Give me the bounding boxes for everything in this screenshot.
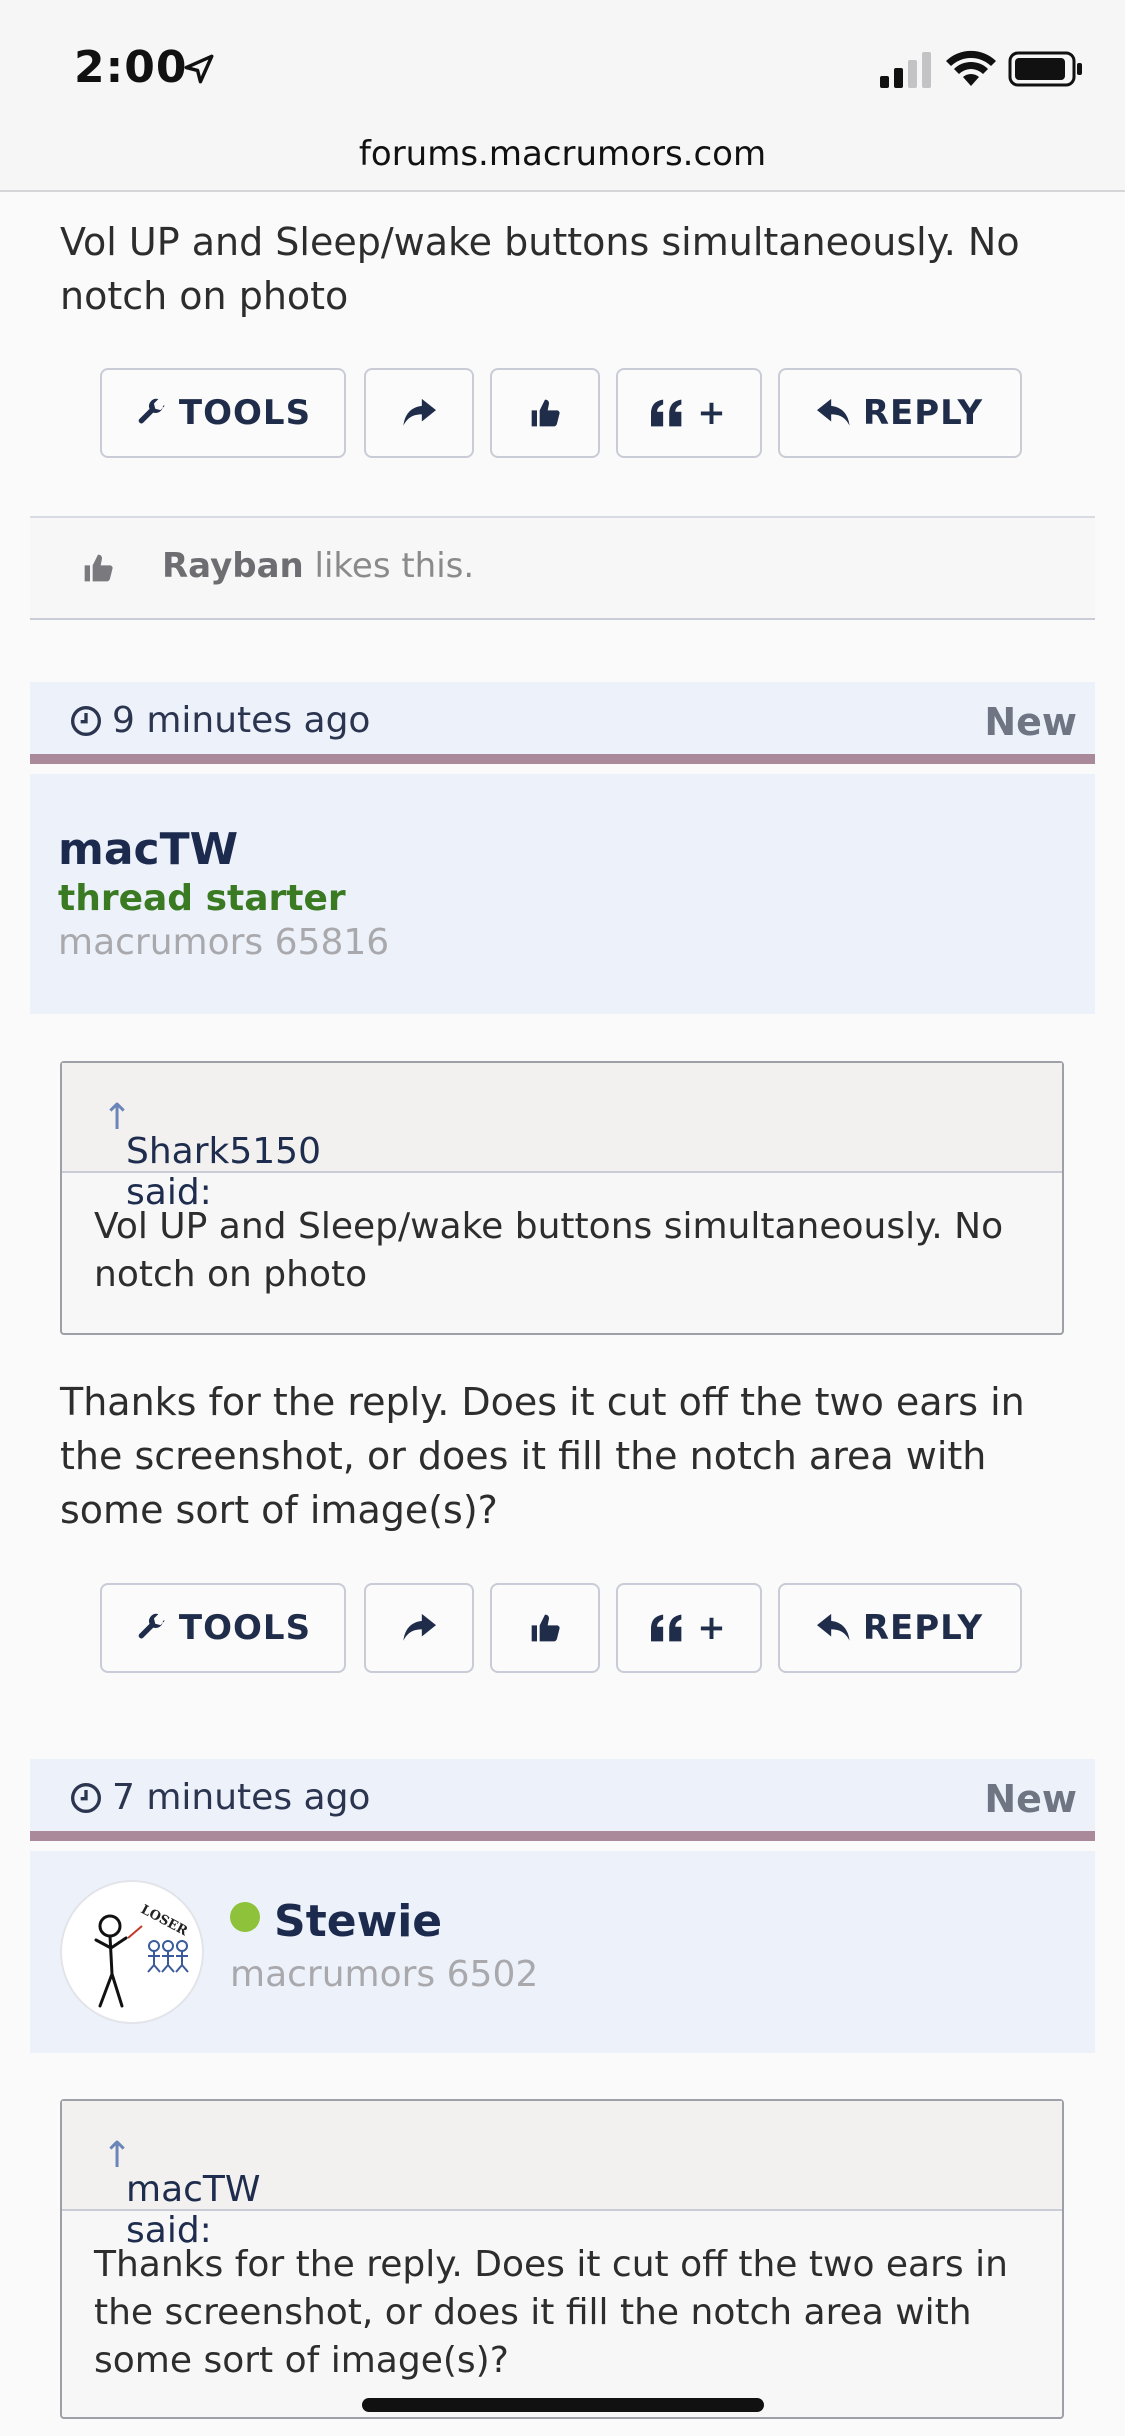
location-arrow-icon <box>184 54 214 84</box>
thumbs-up-icon <box>84 554 113 582</box>
wifi-icon <box>946 50 996 86</box>
user-rank: macrumors 6502 <box>230 1954 539 1995</box>
liker-username[interactable]: Rayban <box>162 546 304 586</box>
avatar-logo-text: LOSER <box>138 1902 190 1939</box>
reply-button[interactable]: REPLY <box>778 1583 1022 1673</box>
online-status-indicator <box>230 1902 260 1932</box>
reply-button[interactable]: REPLY <box>778 368 1022 458</box>
quote-block: macTW said: ↑ Thanks for the reply. Does … <box>60 2099 1064 2419</box>
share-button[interactable] <box>364 368 474 458</box>
username[interactable]: macTW <box>58 824 238 875</box>
clock-icon <box>71 705 101 736</box>
battery-icon <box>1008 51 1082 87</box>
post-message: Vol UP and Sleep/wake buttons simultaneo… <box>60 220 1020 318</box>
multi-quote-button[interactable]: + <box>616 1583 762 1673</box>
tools-button[interactable]: TOOLS <box>100 368 346 458</box>
post-message: Thanks for the reply. Does it cut off th… <box>60 1380 1025 1532</box>
tools-button[interactable]: TOOLS <box>100 1583 346 1673</box>
cellular-signal-icon <box>880 52 931 88</box>
thumbs-up-icon <box>531 399 560 427</box>
post-header: 9 minutes ago New <box>30 682 1095 764</box>
address-bar-url[interactable]: forums.macrumors.com <box>0 134 1125 174</box>
reply-arrow-icon <box>816 398 850 426</box>
browser-status-bar: 2:00 forums.macrumors.com <box>0 0 1125 192</box>
post-header: 7 minutes ago New <box>30 1759 1095 1841</box>
quote-header: macTW said: ↑ <box>62 2101 1062 2251</box>
home-indicator[interactable] <box>362 2398 764 2412</box>
post-actions: TOOLS + REPLY <box>100 1583 1022 1673</box>
new-badge: New <box>984 700 1077 744</box>
quote-icon <box>651 399 682 427</box>
wrench-icon <box>138 1613 165 1639</box>
quote-block: Shark5150 said: ↑ Vol UP and Sleep/wake b… <box>60 1061 1064 1335</box>
share-arrow-icon <box>403 398 436 426</box>
user-status: thread starter <box>58 878 346 919</box>
wrench-icon <box>138 398 165 424</box>
multi-quote-button[interactable]: + <box>616 368 762 458</box>
status-time: 2:00 <box>74 42 188 93</box>
share-button[interactable] <box>364 1583 474 1673</box>
quote-icon <box>651 1614 682 1642</box>
post-actions: TOOLS + REPLY <box>100 368 1022 458</box>
share-arrow-icon <box>403 1613 436 1641</box>
clock-icon <box>71 1782 101 1813</box>
quote-header: Shark5150 said: ↑ <box>62 1063 1062 1213</box>
avatar-stick-figure-image: LOSER <box>94 1902 190 2008</box>
quote-author: Shark5150 said: <box>126 1131 321 1213</box>
post-timestamp[interactable]: 9 minutes ago <box>70 700 370 741</box>
user-rank: macrumors 65816 <box>58 922 390 963</box>
like-button[interactable] <box>490 1583 600 1673</box>
like-button[interactable] <box>490 368 600 458</box>
quote-author: macTW said: <box>126 2169 261 2251</box>
username[interactable]: Stewie <box>274 1896 442 1947</box>
new-badge: New <box>984 1777 1077 1821</box>
thumbs-up-icon <box>531 1614 560 1642</box>
user-info-block: macTW thread starter macrumors 65816 <box>30 774 1095 1014</box>
likes-summary: Rayban likes this. <box>30 516 1095 620</box>
post-timestamp[interactable]: 7 minutes ago <box>70 1777 370 1818</box>
likes-text: Rayban likes this. <box>162 546 475 586</box>
user-avatar[interactable]: LOSER <box>60 1880 204 2024</box>
reply-arrow-icon <box>816 1613 850 1641</box>
